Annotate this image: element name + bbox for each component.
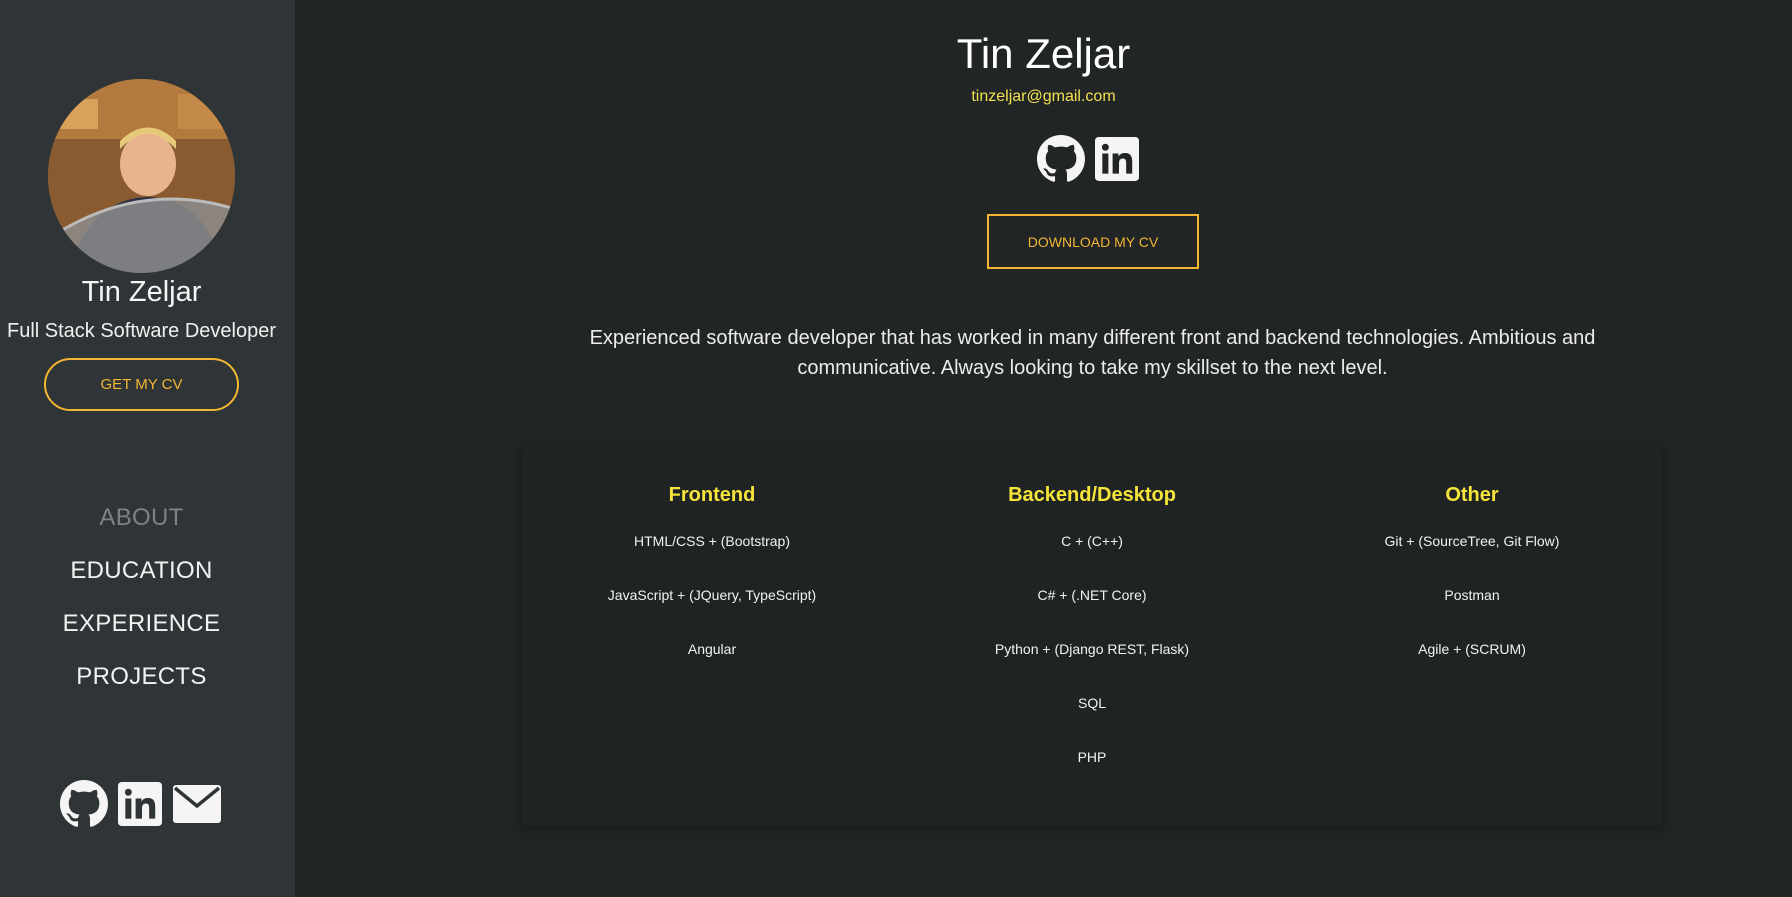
sidebar-name: Tin Zeljar bbox=[81, 276, 202, 308]
nav-item-projects[interactable]: PROJECTS bbox=[0, 659, 283, 712]
skill-item: Python + (Django REST, Flask) bbox=[994, 641, 1190, 657]
sidebar-role: Full Stack Software Developer bbox=[6, 320, 276, 342]
page-title: Tin Zeljar bbox=[956, 30, 1131, 77]
skill-item: Angular bbox=[687, 641, 737, 657]
linkedin-icon[interactable] bbox=[1095, 137, 1139, 186]
skill-heading: Backend/Desktop bbox=[1008, 484, 1176, 506]
nav-item-education[interactable]: EDUCATION bbox=[0, 553, 283, 606]
sidebar: Tin Zeljar Full Stack Software Developer… bbox=[0, 0, 295, 897]
skill-item: HTML/CSS + (Bootstrap) bbox=[634, 533, 790, 549]
get-cv-button[interactable]: GET MY CV bbox=[44, 358, 239, 411]
skill-column-other: Other Git + (SourceTree, Git Flow) Postm… bbox=[1282, 446, 1662, 826]
skill-item: JavaScript + (JQuery, TypeScript) bbox=[607, 587, 817, 603]
skill-item: PHP bbox=[1077, 749, 1107, 765]
skill-item: Agile + (SCRUM) bbox=[1418, 641, 1526, 657]
linkedin-icon[interactable] bbox=[118, 782, 162, 831]
github-icon[interactable] bbox=[60, 780, 108, 833]
sidebar-social-links bbox=[60, 780, 222, 833]
main-social-links bbox=[1037, 135, 1139, 188]
email-link[interactable]: tinzeljar@gmail.com bbox=[295, 88, 1792, 106]
skill-item: Git + (SourceTree, Git Flow) bbox=[1384, 533, 1560, 549]
github-icon[interactable] bbox=[1037, 135, 1085, 188]
skill-item: C + (C++) bbox=[1061, 533, 1123, 549]
bio-text: Experienced software developer that has … bbox=[589, 327, 1596, 379]
avatar bbox=[48, 79, 235, 273]
profile-photo bbox=[48, 79, 235, 273]
skill-item: Postman bbox=[1444, 587, 1500, 603]
skill-item: SQL bbox=[1077, 695, 1106, 711]
skill-column-backend: Backend/Desktop C + (C++) C# + (.NET Cor… bbox=[902, 446, 1282, 826]
skill-heading: Frontend bbox=[668, 484, 756, 506]
skills-panel: Frontend HTML/CSS + (Bootstrap) JavaScri… bbox=[522, 446, 1662, 826]
skill-column-frontend: Frontend HTML/CSS + (Bootstrap) JavaScri… bbox=[522, 446, 902, 826]
envelope-icon[interactable] bbox=[172, 784, 222, 829]
skill-heading: Other bbox=[1445, 484, 1499, 506]
sidebar-nav: ABOUT EDUCATION EXPERIENCE PROJECTS bbox=[0, 500, 283, 712]
nav-item-experience[interactable]: EXPERIENCE bbox=[0, 606, 283, 659]
nav-item-about[interactable]: ABOUT bbox=[0, 500, 283, 553]
download-cv-button[interactable]: DOWNLOAD MY CV bbox=[987, 214, 1199, 269]
skill-item: C# + (.NET Core) bbox=[1037, 587, 1147, 603]
